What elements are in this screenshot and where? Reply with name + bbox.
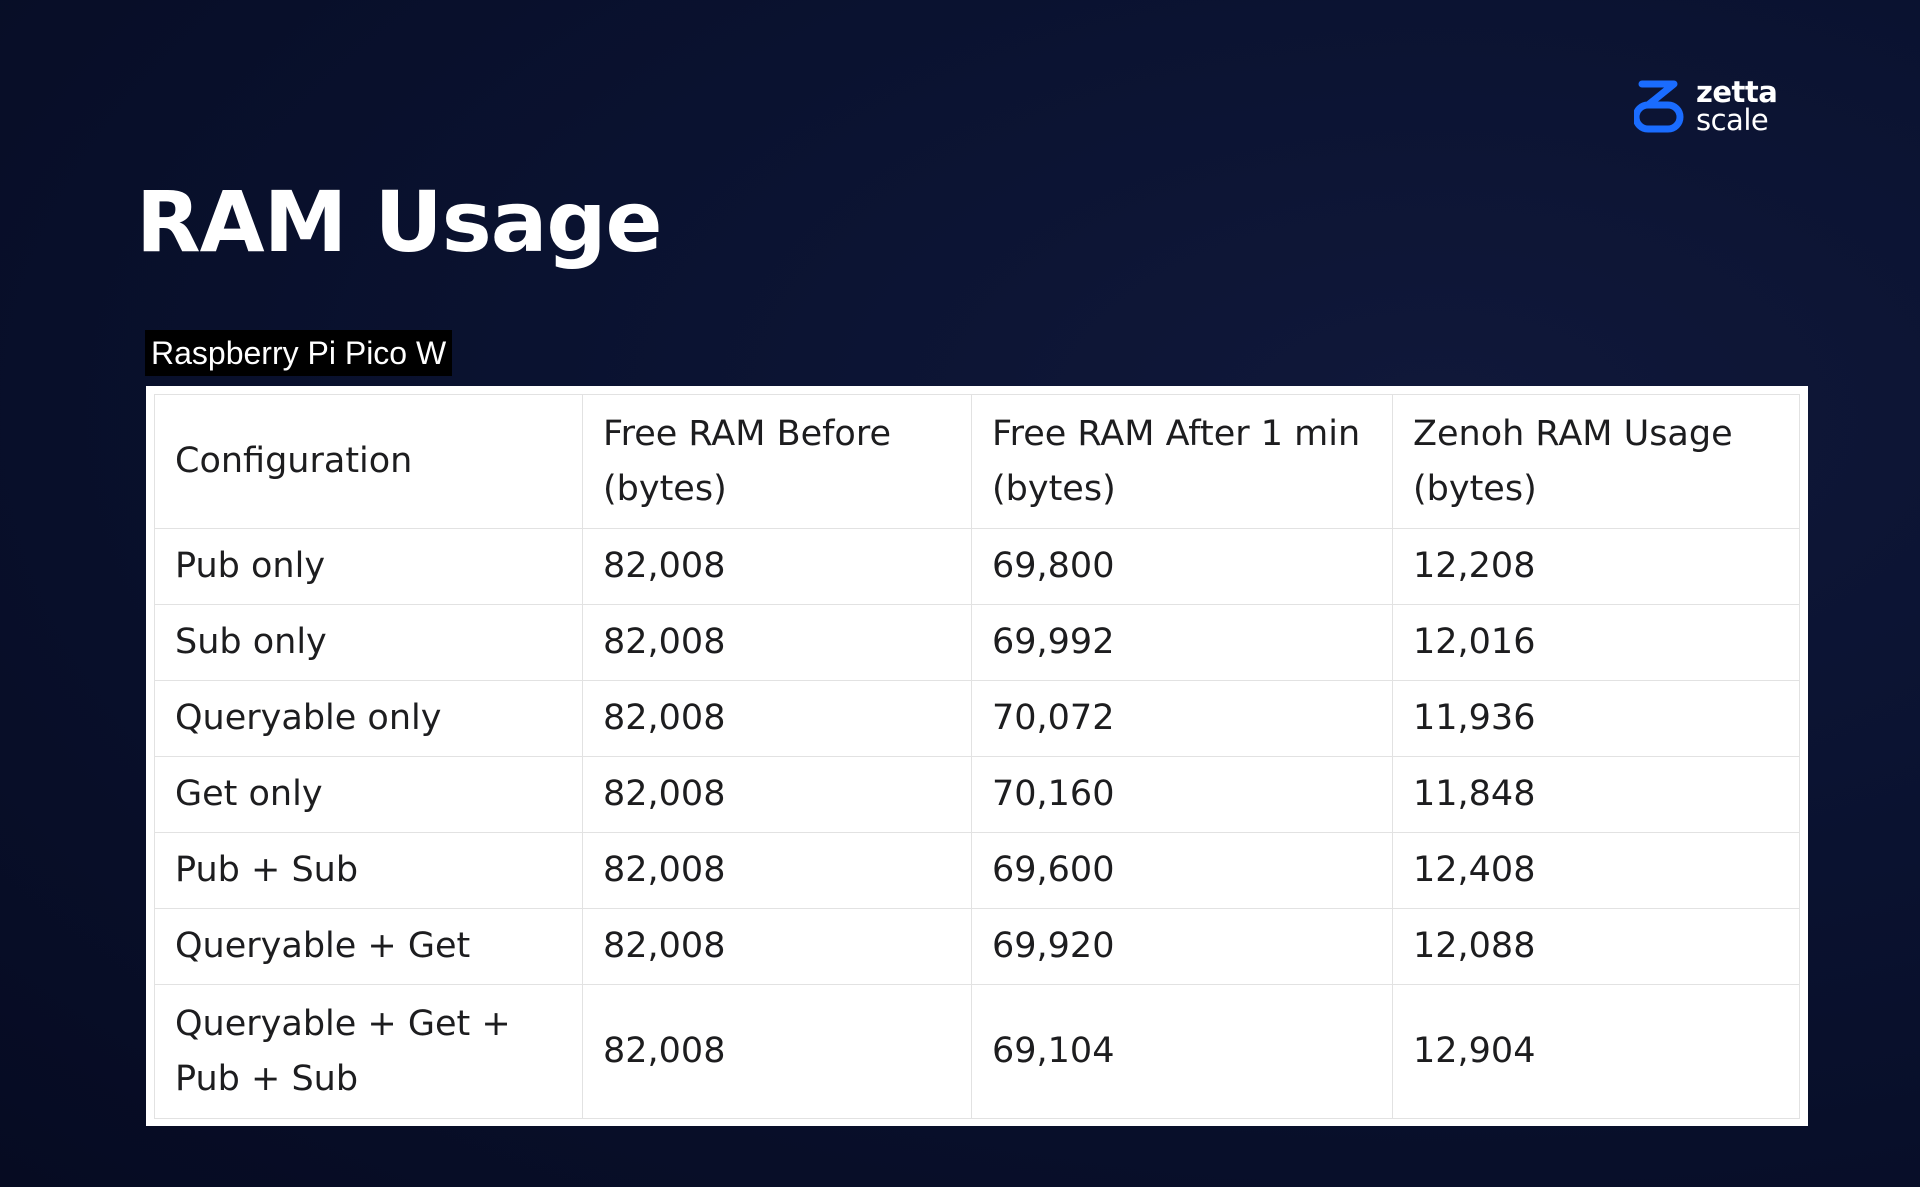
header-configuration: Configuration [154, 394, 583, 529]
logo-line-1: zetta [1696, 75, 1778, 109]
table-row: Pub + Sub 82,008 69,600 12,408 [154, 832, 1800, 909]
cell-free-before: 82,008 [582, 604, 972, 681]
cell-configuration: Queryable + Get [154, 908, 583, 985]
table-row: Queryable + Get 82,008 69,920 12,088 [154, 908, 1800, 985]
cell-zenoh-usage: 12,016 [1392, 604, 1800, 681]
cell-configuration: Pub only [154, 528, 583, 605]
table-row: Queryable only 82,008 70,072 11,936 [154, 680, 1800, 757]
cell-free-after: 69,920 [971, 908, 1393, 985]
cell-zenoh-usage: 12,088 [1392, 908, 1800, 985]
slide-title: RAM Usage [136, 173, 663, 271]
header-free-ram-after: Free RAM After 1 min (bytes) [971, 394, 1393, 529]
table-row: Pub only 82,008 69,800 12,208 [154, 528, 1800, 605]
cell-free-after: 70,160 [971, 756, 1393, 833]
table-row: Get only 82,008 70,160 11,848 [154, 756, 1800, 833]
cell-configuration: Sub only [154, 604, 583, 681]
cell-zenoh-usage: 11,936 [1392, 680, 1800, 757]
table-caption: Raspberry Pi Pico W [145, 330, 453, 376]
ram-usage-table: Configuration Free RAM Before (bytes) Fr… [154, 394, 1800, 1119]
logo-wordmark: zetta scale [1696, 75, 1778, 137]
cell-zenoh-usage: 12,408 [1392, 832, 1800, 909]
cell-free-after: 69,104 [971, 984, 1393, 1119]
cell-configuration: Queryable + Get + Pub + Sub [154, 984, 583, 1119]
cell-zenoh-usage: 12,208 [1392, 528, 1800, 605]
cell-configuration: Get only [154, 756, 583, 833]
cell-free-before: 82,008 [582, 832, 972, 909]
zettascale-logo-icon [1634, 80, 1684, 133]
table-row: Queryable + Get + Pub + Sub 82,008 69,10… [154, 984, 1800, 1119]
cell-free-before: 82,008 [582, 680, 972, 757]
cell-zenoh-usage: 12,904 [1392, 984, 1800, 1119]
table-row: Sub only 82,008 69,992 12,016 [154, 604, 1800, 681]
table-panel: Configuration Free RAM Before (bytes) Fr… [146, 386, 1808, 1126]
cell-free-before: 82,008 [582, 908, 972, 985]
cell-free-after: 69,800 [971, 528, 1393, 605]
cell-free-before: 82,008 [582, 756, 972, 833]
cell-configuration: Pub + Sub [154, 832, 583, 909]
cell-zenoh-usage: 11,848 [1392, 756, 1800, 833]
cell-free-before: 82,008 [582, 528, 972, 605]
cell-free-after: 70,072 [971, 680, 1393, 757]
header-free-ram-before: Free RAM Before (bytes) [582, 394, 972, 529]
cell-free-before: 82,008 [582, 984, 972, 1119]
logo-line-2: scale [1696, 103, 1769, 137]
table-header-row: Configuration Free RAM Before (bytes) Fr… [154, 394, 1800, 529]
header-zenoh-ram-usage: Zenoh RAM Usage (bytes) [1392, 394, 1800, 529]
cell-free-after: 69,992 [971, 604, 1393, 681]
cell-configuration: Queryable only [154, 680, 583, 757]
zettascale-logo: zetta scale [1634, 75, 1778, 137]
cell-free-after: 69,600 [971, 832, 1393, 909]
